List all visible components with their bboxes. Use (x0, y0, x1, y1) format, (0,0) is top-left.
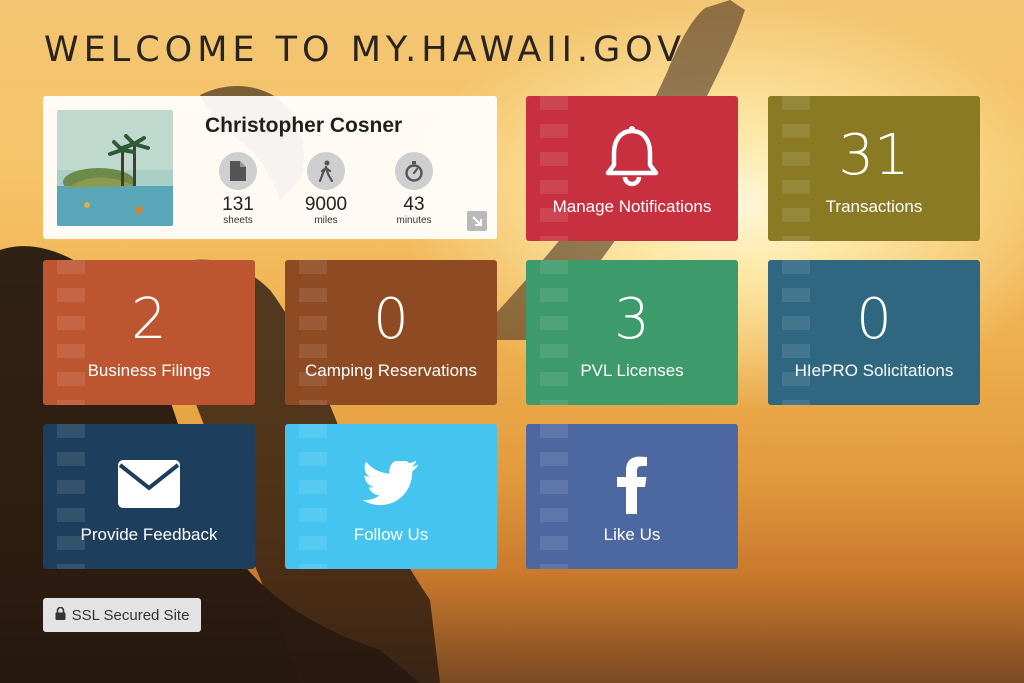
manage-notifications-tile[interactable]: Manage Notifications (526, 96, 738, 241)
stat-miles-label: miles (314, 215, 338, 226)
bell-icon (526, 124, 738, 188)
stat-minutes-value: 43 (403, 194, 425, 215)
stat-miles: 9000 miles (291, 152, 361, 226)
page-title: WELCOME TO MY.HAWAII.GOV (44, 30, 687, 70)
camping-reservations-count: 0 (373, 287, 409, 352)
like-us-tile[interactable]: Like Us (526, 424, 738, 569)
avatar (57, 110, 173, 226)
business-filings-label: Business Filings (87, 361, 211, 380)
ssl-secured-label: SSL Secured Site (71, 606, 190, 624)
follow-us-label: Follow Us (353, 525, 429, 544)
stopwatch-icon (395, 152, 433, 190)
hiepro-solicitations-tile[interactable]: 0 HIePRO Solicitations (768, 260, 980, 405)
like-us-label: Like Us (603, 525, 661, 544)
camping-reservations-label: Camping Reservations (305, 361, 477, 380)
island-illustration (57, 110, 173, 226)
business-filings-count: 2 (131, 287, 167, 352)
provide-feedback-tile[interactable]: Provide Feedback (43, 424, 255, 569)
profile-name: Christopher Cosner (205, 114, 403, 137)
stat-minutes: 43 minutes (379, 152, 449, 226)
camping-reservations-tile[interactable]: 0 Camping Reservations (285, 260, 497, 405)
lock-icon (55, 606, 66, 624)
stat-miles-value: 9000 (304, 194, 348, 215)
pvl-licenses-label: PVL Licenses (580, 361, 684, 380)
hiepro-solicitations-label: HIePRO Solicitations (794, 361, 954, 380)
manage-notifications-label: Manage Notifications (552, 197, 712, 216)
envelope-icon (43, 452, 255, 516)
document-icon (219, 152, 257, 190)
pvl-licenses-count: 3 (614, 287, 650, 352)
pvl-licenses-tile[interactable]: 3 PVL Licenses (526, 260, 738, 405)
stat-minutes-label: minutes (396, 215, 432, 226)
stat-sheets-label: sheets (223, 215, 253, 226)
twitter-icon (285, 452, 497, 516)
facebook-icon (526, 452, 738, 516)
transactions-label: Transactions (825, 197, 923, 216)
provide-feedback-label: Provide Feedback (80, 525, 218, 544)
stat-sheets: 131 sheets (203, 152, 273, 226)
follow-us-tile[interactable]: Follow Us (285, 424, 497, 569)
business-filings-tile[interactable]: 2 Business Filings (43, 260, 255, 405)
ssl-secured-badge[interactable]: SSL Secured Site (43, 598, 201, 632)
transactions-tile[interactable]: 31 Transactions (768, 96, 980, 241)
transactions-count: 31 (838, 123, 910, 188)
walking-person-icon (307, 152, 345, 190)
hiepro-solicitations-count: 0 (856, 287, 892, 352)
expand-icon[interactable] (467, 211, 487, 231)
profile-card[interactable]: Christopher Cosner 131 sheets 9000 miles… (43, 96, 497, 239)
stat-sheets-value: 131 (222, 194, 254, 215)
